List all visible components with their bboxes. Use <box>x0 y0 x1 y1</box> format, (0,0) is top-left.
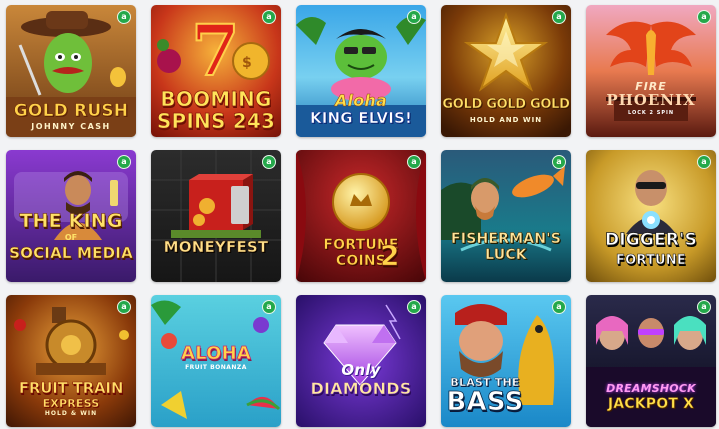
badge-icon: a <box>262 300 276 314</box>
game-title: FRUIT TRAIN <box>18 379 124 397</box>
game-subtitle: SPINS 243 <box>156 109 276 133</box>
badge-icon: a <box>117 155 131 169</box>
badge-icon: a <box>407 10 421 24</box>
badge-icon: a <box>407 300 421 314</box>
badge-icon: a <box>697 10 711 24</box>
game-subtitle: KING ELVIS! <box>309 109 413 127</box>
game-title: ALOHA <box>180 343 252 364</box>
badge-icon: a <box>697 300 711 314</box>
game-tagline: SOCIAL MEDIA <box>9 244 133 262</box>
game-tile-dreamshock-jackpot-x[interactable]: DREAMSHOCK JACKPOT X a <box>586 295 716 427</box>
game-subtitle: EXPRESS <box>42 397 100 410</box>
game-tile-aloha-king-elvis[interactable]: Aloha KING ELVIS! a <box>296 5 426 137</box>
game-grid: GOLD RUSH JOHNNY CASH a 7 $ BOOMING SPIN… <box>6 5 716 427</box>
svg-text:7: 7 <box>191 9 240 92</box>
game-subtitle: HOLD AND WIN <box>469 116 543 124</box>
game-title: GOLD GOLD GOLD <box>442 97 570 112</box>
badge-icon: a <box>552 10 566 24</box>
game-tile-blast-the-bass[interactable]: BLAST THE BASS a <box>441 295 571 427</box>
game-tile-fire-phoenix[interactable]: FIRE PHOENIX LOCK 2 SPIN a <box>586 5 716 137</box>
game-subtitle: JACKPOT X <box>607 396 695 412</box>
game-subtitle: JOHNNY CASH <box>31 122 111 131</box>
game-tile-the-king-of-social-media[interactable]: THE KING OF SOCIAL MEDIA a <box>6 150 136 282</box>
game-tile-gold-gold-gold[interactable]: GOLD GOLD GOLD HOLD AND WIN a <box>441 5 571 137</box>
badge-icon: a <box>552 155 566 169</box>
game-title: DREAMSHOCK <box>606 382 696 395</box>
badge-icon: a <box>262 155 276 169</box>
moneyfest-artwork <box>151 150 281 282</box>
game-tile-fruit-train-express[interactable]: FRUIT TRAIN EXPRESS HOLD & WIN a <box>6 295 136 427</box>
game-tagline: HOLD & WIN <box>44 410 98 417</box>
badge-icon: a <box>407 155 421 169</box>
game-subtitle: PHOENIX <box>606 91 696 109</box>
game-subtitle: DIAMONDS <box>310 379 412 398</box>
game-tagline: 2 <box>380 239 400 272</box>
game-subtitle: LUCK <box>485 247 527 263</box>
fire-phoenix-artwork <box>586 5 716 137</box>
game-tile-fishermans-luck[interactable]: FISHERMAN'S LUCK a <box>441 150 571 282</box>
game-title: FISHERMAN'S <box>451 231 561 247</box>
badge-icon: a <box>262 10 276 24</box>
badge-icon: a <box>117 300 131 314</box>
game-subtitle: OF <box>64 233 78 242</box>
game-tile-aloha-fruit-bonanza[interactable]: ALOHA FRUIT BONANZA a <box>151 295 281 427</box>
game-title: DIGGER'S <box>604 230 698 250</box>
game-subtitle: FRUIT BONANZA <box>185 364 247 371</box>
game-tile-only-diamonds[interactable]: Only DIAMONDS a <box>296 295 426 427</box>
game-title: FORTUNE <box>323 237 399 253</box>
game-title: THE KING <box>19 210 123 232</box>
game-title: MONEYFEST <box>163 238 269 256</box>
game-tile-diggers-fortune[interactable]: DIGGER'S FORTUNE a <box>586 150 716 282</box>
game-tile-moneyfest[interactable]: MONEYFEST a <box>151 150 281 282</box>
game-tagline: LOCK 2 SPIN <box>627 110 675 116</box>
game-tile-fortune-coins-2[interactable]: FORTUNE COINS 2 a <box>296 150 426 282</box>
game-subtitle: BASS <box>446 387 524 417</box>
badge-icon: a <box>117 10 131 24</box>
svg-text:$: $ <box>242 55 252 71</box>
badge-icon: a <box>697 155 711 169</box>
game-tile-gold-rush[interactable]: GOLD RUSH JOHNNY CASH a <box>6 5 136 137</box>
game-subtitle: COINS <box>335 253 387 269</box>
game-title: BOOMING <box>160 87 272 111</box>
game-title: Only <box>341 361 381 379</box>
game-tile-booming-spins-243[interactable]: 7 $ BOOMING SPINS 243 a <box>151 5 281 137</box>
game-title: Aloha <box>334 91 388 110</box>
game-subtitle: FORTUNE <box>616 253 686 268</box>
game-title: GOLD RUSH <box>13 101 129 121</box>
badge-icon: a <box>552 300 566 314</box>
